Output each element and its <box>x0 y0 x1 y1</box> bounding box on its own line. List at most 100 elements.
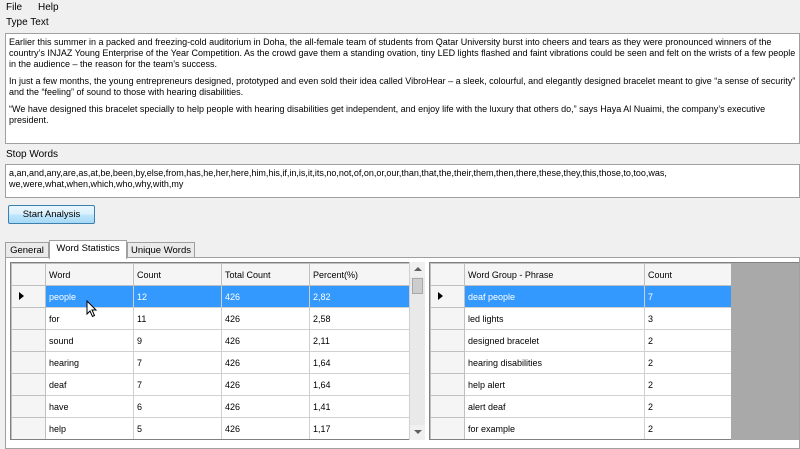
word-cell[interactable]: 426 <box>221 395 310 418</box>
phrase-cell[interactable]: led lights <box>464 307 645 330</box>
word-cell[interactable]: 7 <box>133 373 222 396</box>
row-header[interactable] <box>12 440 46 441</box>
phrase-cell[interactable]: alert deaf <box>464 395 645 418</box>
tab-word-statistics[interactable]: Word Statistics <box>49 240 127 259</box>
phrase-cell[interactable]: 3 <box>644 307 733 330</box>
word-cell[interactable]: 426 <box>221 285 310 308</box>
phrase-cell[interactable]: 2 <box>644 329 733 352</box>
word-column-header[interactable]: Word <box>45 263 134 286</box>
word-cell[interactable]: 426 <box>221 329 310 352</box>
tab-unique-words[interactable]: Unique Words <box>127 242 195 258</box>
table-row[interactable]: hearing 7 426 1,64 <box>11 351 412 374</box>
row-header[interactable] <box>11 285 46 308</box>
table-row[interactable]: alert deaf 2 <box>430 395 733 418</box>
row-header[interactable] <box>430 329 465 352</box>
word-cell[interactable]: sound <box>45 329 134 352</box>
table-row[interactable]: hearing disabilities 2 <box>430 351 733 374</box>
phrase-cell[interactable]: for example <box>464 417 645 439</box>
table-row[interactable]: designed44260,94 <box>12 440 412 441</box>
word-grid-scrollbar[interactable] <box>409 262 425 440</box>
menu-file[interactable]: File <box>6 2 22 13</box>
type-text-area[interactable]: Earlier this summer in a packed and free… <box>5 33 800 144</box>
table-row[interactable]: help alert 2 <box>430 373 733 396</box>
row-header[interactable] <box>430 373 465 396</box>
word-column-header[interactable]: Percent(%) <box>309 263 412 286</box>
phrase-cell[interactable]: deaf people <box>464 285 645 308</box>
phrase-cell[interactable]: 2 <box>645 440 733 441</box>
row-header-corner <box>11 263 46 286</box>
table-row[interactable]: for example 2 <box>430 417 733 439</box>
word-cell[interactable]: 12 <box>133 285 222 308</box>
start-analysis-button[interactable]: Start Analysis <box>8 205 95 224</box>
table-row[interactable]: sound 9 426 2,11 <box>11 329 412 352</box>
table-row[interactable]: deaf 7 426 1,64 <box>11 373 412 396</box>
word-cell[interactable]: 426 <box>222 440 310 441</box>
word-cell[interactable]: 7 <box>133 351 222 374</box>
word-cell[interactable]: deaf <box>45 373 134 396</box>
phrase-cell[interactable]: 2 <box>644 417 733 439</box>
row-header[interactable] <box>11 417 46 439</box>
row-header[interactable] <box>11 373 46 396</box>
row-header[interactable] <box>430 395 465 418</box>
row-header[interactable] <box>430 351 465 374</box>
word-cell[interactable]: 2,58 <box>309 307 412 330</box>
phrase-cell[interactable]: for deaf <box>465 440 645 441</box>
stop-words-area[interactable]: a,an,and,any,are,as,at,be,been,by,else,f… <box>5 164 800 198</box>
table-row[interactable]: for deaf2 <box>431 440 733 441</box>
word-cell[interactable]: 5 <box>133 417 222 439</box>
table-row[interactable]: have 6 426 1,41 <box>11 395 412 418</box>
word-column-header[interactable]: Total Count <box>221 263 310 286</box>
word-cell[interactable]: help <box>45 417 134 439</box>
scroll-down-button[interactable] <box>410 425 425 440</box>
table-row[interactable]: for 11 426 2,58 <box>11 307 412 330</box>
phrase-cell[interactable]: 2 <box>644 373 733 396</box>
chevron-down-icon <box>414 430 422 434</box>
word-cell[interactable]: 426 <box>221 351 310 374</box>
word-cell[interactable]: 4 <box>134 440 222 441</box>
phrase-cell[interactable]: help alert <box>464 373 645 396</box>
word-statistics-grid[interactable]: Word Count Total Count Percent(%) people 12 4… <box>10 262 425 440</box>
phrase-column-header[interactable]: Word Group - Phrase <box>464 263 645 286</box>
word-cell[interactable]: 1,17 <box>309 417 412 439</box>
table-row[interactable]: deaf people 7 <box>430 285 733 308</box>
word-cell[interactable]: 6 <box>133 395 222 418</box>
scroll-thumb[interactable] <box>412 278 423 294</box>
table-row[interactable]: people 12 426 2,82 <box>11 285 412 308</box>
word-cell[interactable]: 11 <box>133 307 222 330</box>
tab-general[interactable]: General <box>5 242 49 258</box>
menu-help[interactable]: Help <box>38 2 59 13</box>
table-row[interactable]: led lights 3 <box>430 307 733 330</box>
phrase-cell[interactable]: 7 <box>644 285 733 308</box>
word-cell[interactable]: 0,94 <box>310 440 412 441</box>
word-cell[interactable]: 1,64 <box>309 351 412 374</box>
row-header[interactable] <box>11 329 46 352</box>
word-cell[interactable]: 426 <box>221 373 310 396</box>
table-row[interactable]: help 5 426 1,17 <box>11 417 412 439</box>
table-row[interactable]: designed bracelet 2 <box>430 329 733 352</box>
word-column-header[interactable]: Count <box>133 263 222 286</box>
row-header[interactable] <box>430 307 465 330</box>
row-header-corner <box>430 263 465 286</box>
row-header[interactable] <box>430 285 465 308</box>
phrase-cell[interactable]: hearing disabilities <box>464 351 645 374</box>
row-header[interactable] <box>430 417 465 439</box>
word-cell[interactable]: designed <box>46 440 134 441</box>
word-cell[interactable]: 1,64 <box>309 373 412 396</box>
phrase-cell[interactable]: 2 <box>644 395 733 418</box>
phrase-cell[interactable]: designed bracelet <box>464 329 645 352</box>
row-header[interactable] <box>11 395 46 418</box>
word-cell[interactable]: 2,11 <box>309 329 412 352</box>
row-header[interactable] <box>431 440 465 441</box>
word-cell[interactable]: 1,41 <box>309 395 412 418</box>
word-cell[interactable]: 9 <box>133 329 222 352</box>
scroll-up-button[interactable] <box>410 262 425 277</box>
word-cell[interactable]: hearing <box>45 351 134 374</box>
phrase-cell[interactable]: 2 <box>644 351 733 374</box>
phrase-column-header[interactable]: Count <box>644 263 733 286</box>
word-cell[interactable]: 426 <box>221 417 310 439</box>
row-header[interactable] <box>11 307 46 330</box>
row-header[interactable] <box>11 351 46 374</box>
word-cell[interactable]: 2,82 <box>309 285 412 308</box>
word-cell[interactable]: have <box>45 395 134 418</box>
word-cell[interactable]: 426 <box>221 307 310 330</box>
